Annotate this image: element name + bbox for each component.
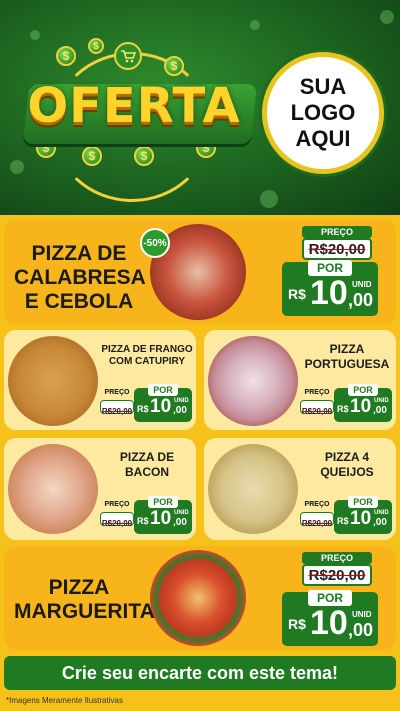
cta-banner[interactable]: Crie seu encarte com este tema! <box>4 656 396 690</box>
dollar-coin-icon: $ <box>134 146 154 166</box>
product-name: PIZZA DE FRANGO COM CATUPIRY <box>101 344 193 367</box>
preco-label: PREÇO <box>104 389 130 396</box>
old-price-box: R$20,00 <box>302 238 372 260</box>
unit-label: UNID <box>174 510 189 516</box>
preco-label: PREÇO <box>302 226 372 238</box>
unit-label: UNID <box>352 280 372 289</box>
sparkle <box>250 20 260 30</box>
pizza-image <box>8 336 98 426</box>
price-integer: 10 <box>310 604 348 642</box>
unit-label: UNID <box>352 610 372 619</box>
old-price-box: R$20,00 <box>300 400 334 416</box>
new-price-box: POR R$ 10 UNID ,00 <box>334 496 392 534</box>
page-title: OFERTA <box>27 78 241 134</box>
sparkle <box>30 30 40 40</box>
price-cents: ,00 <box>373 405 387 416</box>
old-price: R$20,00 <box>308 567 366 584</box>
pizza-image <box>8 444 98 534</box>
product-card-queijos[interactable]: PIZZA 4 QUEIJOS PREÇO R$20,00 POR R$ 10 … <box>204 438 396 540</box>
old-price-box: R$20,00 <box>300 512 334 528</box>
product-name: PIZZA DE BACON <box>119 450 175 479</box>
old-price: R$20,00 <box>301 407 333 416</box>
dollar-coin-icon: $ <box>164 56 184 76</box>
pizza-image <box>208 444 298 534</box>
por-label: POR <box>148 384 178 396</box>
sparkle <box>380 10 394 24</box>
por-label: POR <box>348 496 378 508</box>
product-card-calabresa[interactable]: PIZZA DE CALABRESA E CEBOLA -50% PREÇO R… <box>4 220 396 324</box>
product-card-bacon[interactable]: PIZZA DE BACON PREÇO R$20,00 POR R$ 10 U… <box>4 438 196 540</box>
discount-badge: -50% <box>140 228 170 258</box>
logo-text-line: LOGO <box>290 100 356 125</box>
old-price-box: R$20,00 <box>100 512 134 528</box>
por-label: POR <box>348 384 378 396</box>
cart-icon <box>114 42 142 70</box>
price-cents: ,00 <box>173 517 187 528</box>
price-integer: 10 <box>350 508 372 529</box>
price-cents: ,00 <box>348 290 374 310</box>
sparkle <box>10 160 24 174</box>
old-price-box: R$20,00 <box>100 400 134 416</box>
product-name: PIZZA DE CALABRESA E CEBOLA <box>14 242 146 313</box>
old-price: R$20,00 <box>101 407 133 416</box>
unit-label: UNID <box>374 510 389 516</box>
unit-label: UNID <box>374 398 389 404</box>
new-price-box: POR R$ 10 UNID ,00 <box>134 496 192 534</box>
price-integer: 10 <box>350 396 372 417</box>
new-price-box: POR R$ 10 UNID ,00 <box>282 260 378 316</box>
price-integer: 10 <box>150 508 172 529</box>
currency-symbol: R$ <box>337 516 349 526</box>
disclaimer-text: *Imagens Meramente Ilustrativas <box>6 696 123 705</box>
unit-label: UNID <box>174 398 189 404</box>
price-integer: 10 <box>310 274 348 312</box>
logo-text-line: AQUI <box>295 126 351 151</box>
product-name: PIZZA 4 QUEIJOS <box>320 450 374 479</box>
preco-label: PREÇO <box>304 389 330 396</box>
product-card-marguerita[interactable]: PIZZA MARGUERITA PREÇO R$20,00 POR R$ 10… <box>4 546 396 650</box>
product-card-portuguesa[interactable]: PIZZA PORTUGUESA PREÇO R$20,00 POR R$ 10… <box>204 330 396 430</box>
currency-symbol: R$ <box>288 616 306 632</box>
new-price-box: POR R$ 10 UNID ,00 <box>282 590 378 646</box>
dollar-coin-icon: $ <box>56 46 76 66</box>
price-cents: ,00 <box>373 517 387 528</box>
old-price-box: R$20,00 <box>302 564 372 586</box>
currency-symbol: R$ <box>337 404 349 414</box>
pizza-image <box>208 336 298 426</box>
new-price-box: POR R$ 10 UNID ,00 <box>334 384 392 422</box>
currency-symbol: R$ <box>137 404 149 414</box>
product-card-frango[interactable]: PIZZA DE FRANGO COM CATUPIRY PREÇO R$20,… <box>4 330 196 430</box>
preco-label: PREÇO <box>104 501 130 508</box>
dollar-coin-icon: $ <box>82 146 102 166</box>
price-cents: ,00 <box>348 620 374 640</box>
por-label: POR <box>148 496 178 508</box>
currency-symbol: R$ <box>288 286 306 302</box>
preco-label: PREÇO <box>302 552 372 564</box>
old-price: R$20,00 <box>308 241 366 258</box>
new-price-box: POR R$ 10 UNID ,00 <box>134 384 192 422</box>
price-cents: ,00 <box>173 405 187 416</box>
header-banner: $ $ $ $ $ $ $ OFERTA SUA LOGO AQUI <box>0 0 400 215</box>
pizza-image <box>150 550 246 646</box>
currency-symbol: R$ <box>137 516 149 526</box>
product-name: PIZZA PORTUGUESA <box>304 342 390 371</box>
logo-text-line: SUA <box>299 74 347 99</box>
dollar-coin-icon: $ <box>88 38 104 54</box>
logo-placeholder: SUA LOGO AQUI <box>262 52 384 174</box>
product-name: PIZZA MARGUERITA <box>14 576 155 623</box>
old-price: R$20,00 <box>301 519 333 528</box>
price-integer: 10 <box>150 396 172 417</box>
old-price: R$20,00 <box>101 519 133 528</box>
sparkle <box>260 190 278 208</box>
preco-label: PREÇO <box>304 501 330 508</box>
